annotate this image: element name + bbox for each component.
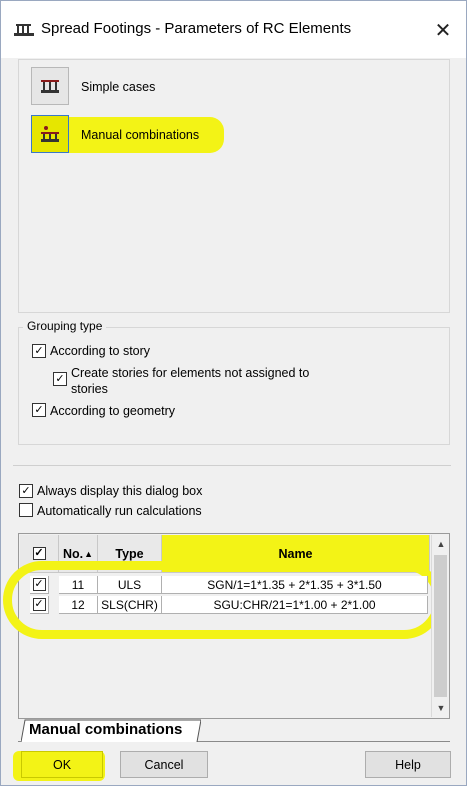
table-scrollbar[interactable]: ▲ ▼	[431, 535, 449, 717]
scroll-thumb[interactable]	[434, 555, 447, 697]
separator-line	[13, 465, 451, 466]
row-checkbox[interactable]: ✓	[32, 598, 46, 611]
simple-cases-label[interactable]: Simple cases	[81, 80, 155, 94]
scroll-down-icon[interactable]: ▼	[432, 699, 450, 717]
table-cell-name: SGN/1=1*1.35 + 2*1.35 + 3*1.50	[162, 576, 428, 594]
dialog-window: Spread Footings - Parameters of RC Eleme…	[0, 0, 467, 786]
cancel-button[interactable]: Cancel	[120, 751, 208, 778]
ok-button[interactable]: OK	[21, 751, 103, 778]
auto-run-checkbox[interactable]	[19, 503, 33, 517]
tab-manual-combinations-label[interactable]: Manual combinations	[29, 721, 182, 738]
according-to-geometry-checkbox[interactable]: ✓	[32, 403, 46, 417]
always-display-checkbox[interactable]: ✓	[19, 484, 33, 498]
according-to-story-label: According to story	[50, 344, 151, 358]
select-all-checkbox[interactable]: ✓	[32, 547, 46, 560]
table-cell-type: SLS(CHR)	[98, 596, 162, 614]
column-header-no-label: No.	[62, 546, 84, 561]
create-stories-label-line1: Create stories for elements not assigned…	[71, 366, 310, 380]
table-cell-no: 12	[59, 596, 98, 614]
auto-run-label: Automatically run calculations	[37, 504, 202, 518]
manual-combinations-button[interactable]	[31, 115, 69, 153]
table-cell-no: 11	[59, 576, 98, 594]
spread-footing-icon	[14, 24, 34, 36]
mode-panel	[18, 59, 450, 313]
sort-ascending-icon: ▲	[84, 548, 94, 559]
table-cell-name: SGU:CHR/21=1*1.00 + 2*1.00	[162, 596, 428, 614]
table-row-checkbox[interactable]: ✓	[30, 596, 49, 614]
manual-combinations-icon	[41, 126, 59, 142]
according-to-story-checkbox[interactable]: ✓	[32, 344, 46, 358]
table-row-checkbox[interactable]: ✓	[30, 576, 49, 594]
simple-cases-button[interactable]	[31, 67, 69, 105]
always-display-label: Always display this dialog box	[37, 484, 203, 498]
close-button[interactable]: ✕	[426, 13, 460, 47]
simple-cases-icon	[41, 80, 59, 93]
window-title: Spread Footings - Parameters of RC Eleme…	[41, 20, 352, 37]
grouping-title: Grouping type	[23, 319, 107, 333]
manual-combinations-label[interactable]: Manual combinations	[81, 128, 199, 142]
title-bar: Spread Footings - Parameters of RC Eleme…	[1, 1, 466, 58]
table-cell-type: ULS	[98, 576, 162, 594]
according-to-geometry-label: According to geometry	[50, 404, 176, 418]
help-button[interactable]: Help	[365, 751, 451, 778]
create-stories-label-line2: stories	[71, 382, 108, 396]
close-icon: ✕	[434, 19, 452, 42]
row-checkbox[interactable]: ✓	[32, 578, 46, 591]
create-stories-checkbox[interactable]: ✓	[53, 372, 67, 386]
scroll-up-icon[interactable]: ▲	[432, 535, 450, 553]
